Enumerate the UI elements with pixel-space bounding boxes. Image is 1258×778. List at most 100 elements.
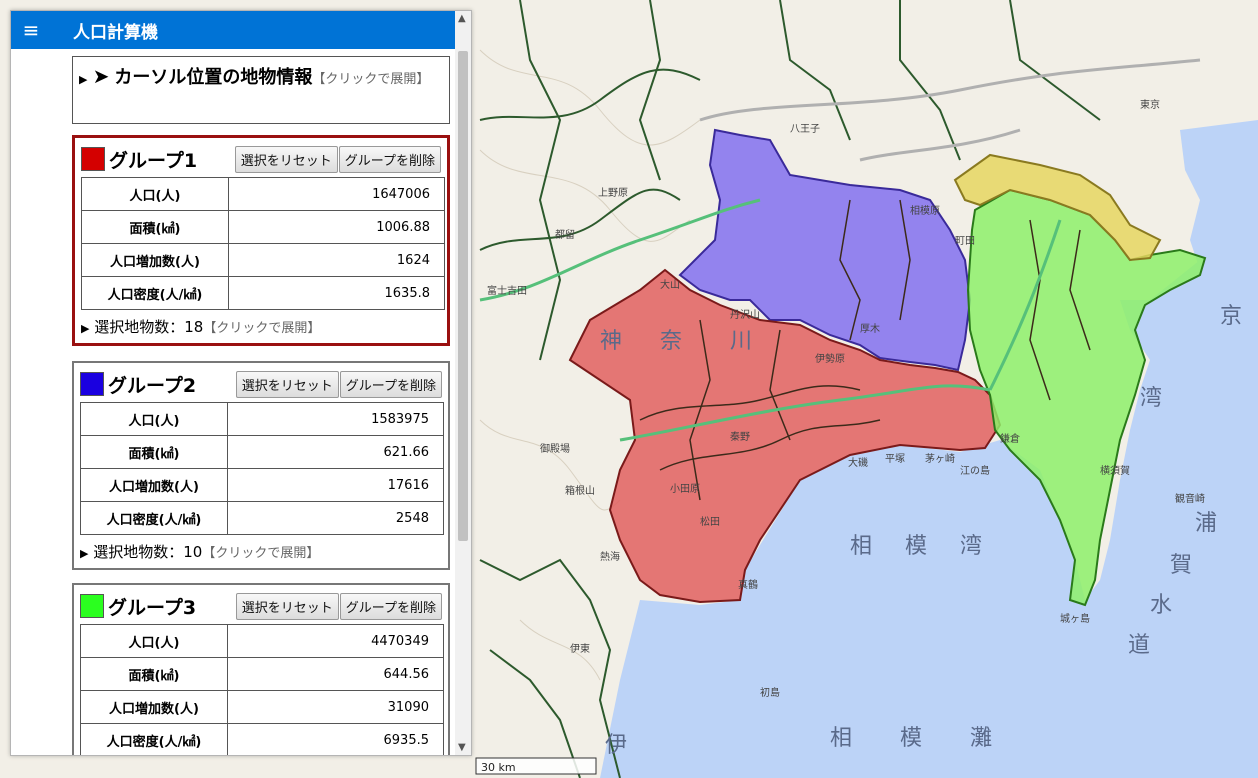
group-name: グループ3 <box>108 596 197 619</box>
stat-label-increase: 人口増加数(人) <box>80 468 228 502</box>
map-label-tokyo-bay: 湾 <box>1140 386 1162 411</box>
stat-value-population: 4470349 <box>227 624 444 658</box>
expand-triangle-icon: ▶ <box>80 547 89 560</box>
group-color-swatch[interactable] <box>80 372 104 396</box>
delete-group-button[interactable]: グループを削除 <box>339 592 442 620</box>
scrollbar-thumb[interactable] <box>458 51 468 541</box>
map-label-izu: 伊 <box>605 733 627 758</box>
scroll-up-icon[interactable]: ▲ <box>458 13 466 24</box>
cursor-info-box[interactable]: ▶ ➤ カーソル位置の地物情報【クリックで展開】 <box>72 56 450 124</box>
svg-text:平塚: 平塚 <box>885 453 905 465</box>
cursor-arrow-icon: ➤ <box>92 64 110 88</box>
group-stats-table: 人口(人) 1647006 面積(㎢) 1006.88 人口増加数(人) 1624 人… <box>81 177 445 310</box>
map-label-sagami-bay-1: 相 <box>850 534 872 559</box>
map-label-uraga-3: 水 <box>1150 593 1172 618</box>
stat-value-area: 621.66 <box>227 435 444 469</box>
stat-value-increase: 1624 <box>228 243 445 277</box>
panel-title: 人口計算機 <box>73 22 158 43</box>
svg-text:城ヶ島: 城ヶ島 <box>1060 612 1090 625</box>
map-label-kanagawa-3: 川 <box>730 329 752 354</box>
svg-text:江の島: 江の島 <box>960 464 990 477</box>
svg-text:熱海: 熱海 <box>600 550 620 563</box>
group-color-swatch[interactable] <box>81 147 105 171</box>
selected-features-toggle[interactable]: ▶ 選択地物数：18【クリックで展開】 <box>81 316 441 337</box>
cursor-info-hint[interactable]: 【クリックで展開】 <box>312 72 429 87</box>
map-label-sagami-nada-2: 模 <box>900 726 922 751</box>
svg-text:箱根山: 箱根山 <box>565 484 595 497</box>
cursor-info-title: カーソル位置の地物情報 <box>114 67 313 88</box>
svg-text:上野原: 上野原 <box>598 187 628 199</box>
svg-text:松田: 松田 <box>700 515 720 528</box>
delete-group-button[interactable]: グループを削除 <box>339 370 442 398</box>
svg-text:丹沢山: 丹沢山 <box>730 308 760 321</box>
map-label-sagami-nada-3: 灘 <box>970 726 992 751</box>
expand-hint: 【クリックで展開】 <box>202 546 320 561</box>
stat-label-area: 面積(㎢) <box>81 210 229 244</box>
group-card-2: グループ2 選択をリセット グループを削除 人口(人) 1583975 面積(㎢)… <box>72 361 450 570</box>
map-label-kanagawa-2: 奈 <box>660 329 682 354</box>
map-label-sagami-nada-1: 相 <box>830 726 852 751</box>
svg-text:大山: 大山 <box>660 278 680 291</box>
selected-count-label: 選択地物数： <box>93 543 184 561</box>
stat-label-density: 人口密度(人/㎢) <box>80 723 228 755</box>
svg-text:大磯: 大磯 <box>848 456 868 469</box>
group-color-swatch[interactable] <box>80 594 104 618</box>
svg-text:都留: 都留 <box>555 228 575 241</box>
group-stats-table: 人口(人) 4470349 面積(㎢) 644.56 人口増加数(人) 31090 人… <box>80 624 444 755</box>
stat-value-density: 1635.8 <box>228 276 445 310</box>
reset-selection-button[interactable]: 選択をリセット <box>235 370 339 398</box>
expand-hint: 【クリックで展開】 <box>203 321 321 336</box>
selected-features-toggle[interactable]: ▶ 選択地物数：10【クリックで展開】 <box>80 541 442 562</box>
svg-text:初島: 初島 <box>760 686 780 699</box>
stat-label-density: 人口密度(人/㎢) <box>81 276 229 310</box>
stat-value-area: 1006.88 <box>228 210 445 244</box>
group-card-3: グループ3 選択をリセット グループを削除 人口(人) 4470349 面積(㎢)… <box>72 583 450 755</box>
stat-label-area: 面積(㎢) <box>80 435 228 469</box>
expand-triangle-icon[interactable]: ▶ <box>79 73 87 86</box>
map-label-uraga-2: 賀 <box>1170 553 1192 578</box>
reset-selection-button[interactable]: 選択をリセット <box>234 145 338 173</box>
svg-text:鎌倉: 鎌倉 <box>1000 432 1020 445</box>
stat-label-increase: 人口増加数(人) <box>80 690 228 724</box>
map-label-kanagawa-1: 神 <box>600 329 622 354</box>
map-label-uraga-1: 浦 <box>1195 511 1217 536</box>
group-card-1: グループ1 選択をリセット グループを削除 人口(人) 1647006 面積(㎢)… <box>72 135 450 346</box>
svg-text:富士吉田: 富士吉田 <box>487 284 527 297</box>
stat-value-density: 2548 <box>227 501 444 535</box>
svg-text:伊勢原: 伊勢原 <box>815 352 845 365</box>
stat-value-area: 644.56 <box>227 657 444 691</box>
stat-value-density: 6935.5 <box>227 723 444 755</box>
scale-bar: 30 km <box>475 757 597 775</box>
svg-text:八王子: 八王子 <box>790 123 820 135</box>
panel-scrollbar[interactable]: ▲ ▼ <box>455 11 471 755</box>
selected-count-value: 18 <box>184 318 204 336</box>
stat-label-density: 人口密度(人/㎢) <box>80 501 228 535</box>
population-calculator-panel: ≡ 人口計算機 ▶ ➤ カーソル位置の地物情報【クリックで展開】 グループ1 選… <box>10 10 472 756</box>
panel-header: ≡ 人口計算機 <box>11 11 455 49</box>
svg-text:真鶴: 真鶴 <box>738 578 758 591</box>
svg-text:厚木: 厚木 <box>860 323 880 335</box>
svg-text:相模原: 相模原 <box>910 204 940 217</box>
map-label-kyo: 京 <box>1220 304 1242 329</box>
group-stats-table: 人口(人) 1583975 面積(㎢) 621.66 人口増加数(人) 17616 人… <box>80 402 444 535</box>
group-name: グループ1 <box>109 149 198 172</box>
stat-label-increase: 人口増加数(人) <box>81 243 229 277</box>
svg-text:東京: 東京 <box>1140 98 1160 111</box>
reset-selection-button[interactable]: 選択をリセット <box>235 592 339 620</box>
svg-text:町田: 町田 <box>955 236 975 247</box>
stat-label-population: 人口(人) <box>80 402 228 436</box>
hamburger-menu-icon[interactable]: ≡ <box>11 18 51 42</box>
map-label-uraga-4: 道 <box>1128 633 1150 658</box>
stat-value-increase: 17616 <box>227 468 444 502</box>
stat-value-population: 1583975 <box>227 402 444 436</box>
svg-text:伊東: 伊東 <box>570 642 590 655</box>
selected-count-value: 10 <box>183 543 203 561</box>
stat-label-population: 人口(人) <box>81 177 229 211</box>
expand-triangle-icon: ▶ <box>81 322 90 335</box>
stat-value-increase: 31090 <box>227 690 444 724</box>
svg-text:小田原: 小田原 <box>670 483 700 495</box>
svg-text:秦野: 秦野 <box>730 430 750 443</box>
delete-group-button[interactable]: グループを削除 <box>338 145 441 173</box>
scroll-down-icon[interactable]: ▼ <box>458 742 466 753</box>
stat-value-population: 1647006 <box>228 177 445 211</box>
